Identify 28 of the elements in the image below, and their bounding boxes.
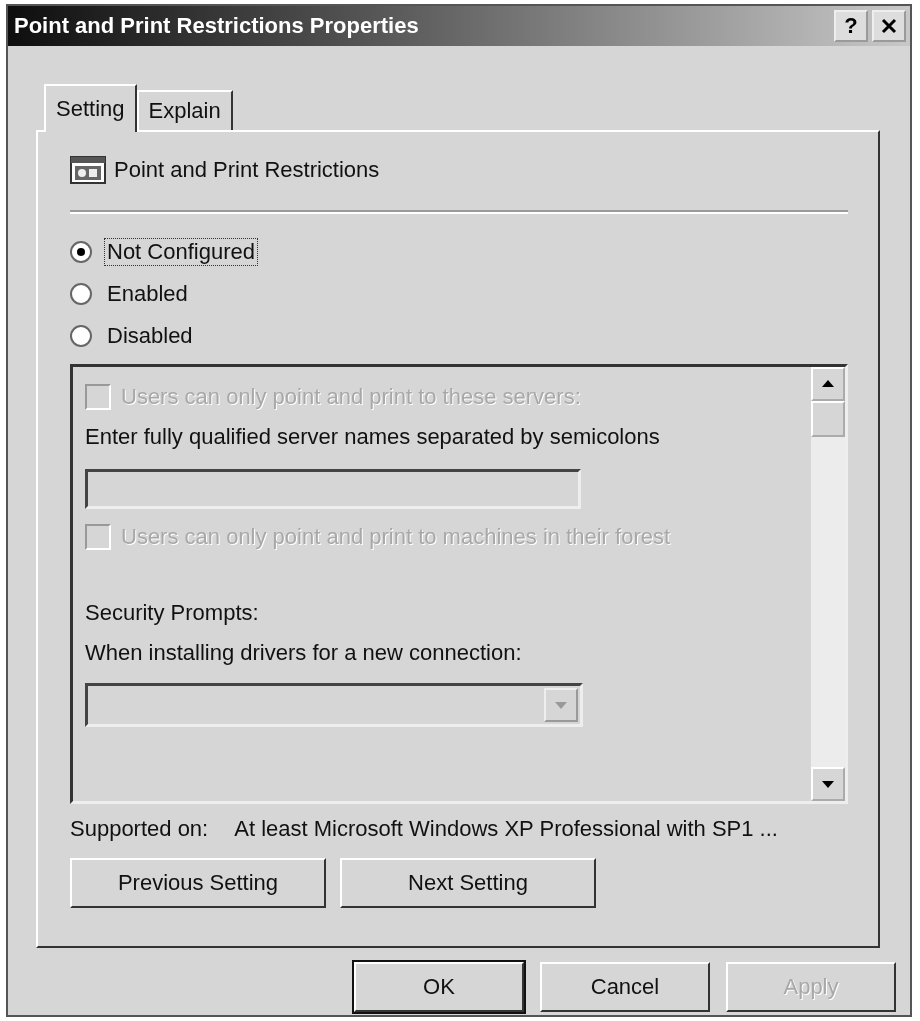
radio-label[interactable]: Not Configured: [104, 238, 258, 266]
nav-button[interactable]: Next Setting: [340, 858, 596, 908]
setting-label: Security Prompts:: [85, 600, 259, 626]
scroll-up-icon: [821, 379, 835, 389]
radio-label[interactable]: Disabled: [104, 322, 196, 350]
scrollbar[interactable]: [811, 367, 845, 801]
radio-button[interactable]: [70, 325, 92, 347]
radio-button[interactable]: [70, 283, 92, 305]
tab[interactable]: Setting: [44, 84, 137, 132]
radio-button[interactable]: [70, 241, 92, 263]
radio-label[interactable]: Enabled: [104, 280, 191, 308]
close-button[interactable]: [872, 10, 906, 42]
dialog-button[interactable]: OK: [354, 962, 524, 1012]
supported-value: At least Microsoft Windows XP Professional with SP1 ...: [234, 816, 778, 842]
policy-icon: [70, 156, 106, 184]
window-title: Point and Print Restrictions Properties: [14, 13, 419, 39]
dialog-button[interactable]: Cancel: [540, 962, 710, 1012]
scroll-thumb[interactable]: [811, 401, 845, 437]
help-button[interactable]: ?: [834, 10, 868, 42]
supported-label: Supported on:: [70, 816, 209, 842]
setting-label: Enter fully qualified server names separated by semicolons: [85, 424, 660, 450]
tab[interactable]: Explain: [136, 90, 233, 130]
nav-button[interactable]: Previous Setting: [70, 858, 326, 908]
policy-name: Point and Print Restrictions: [114, 157, 380, 183]
scroll-down-icon: [821, 779, 835, 789]
close-icon: [880, 17, 898, 35]
dropdown-arrow-icon: [554, 700, 568, 710]
setting-label: When installing drivers for a new connection:: [85, 640, 522, 666]
